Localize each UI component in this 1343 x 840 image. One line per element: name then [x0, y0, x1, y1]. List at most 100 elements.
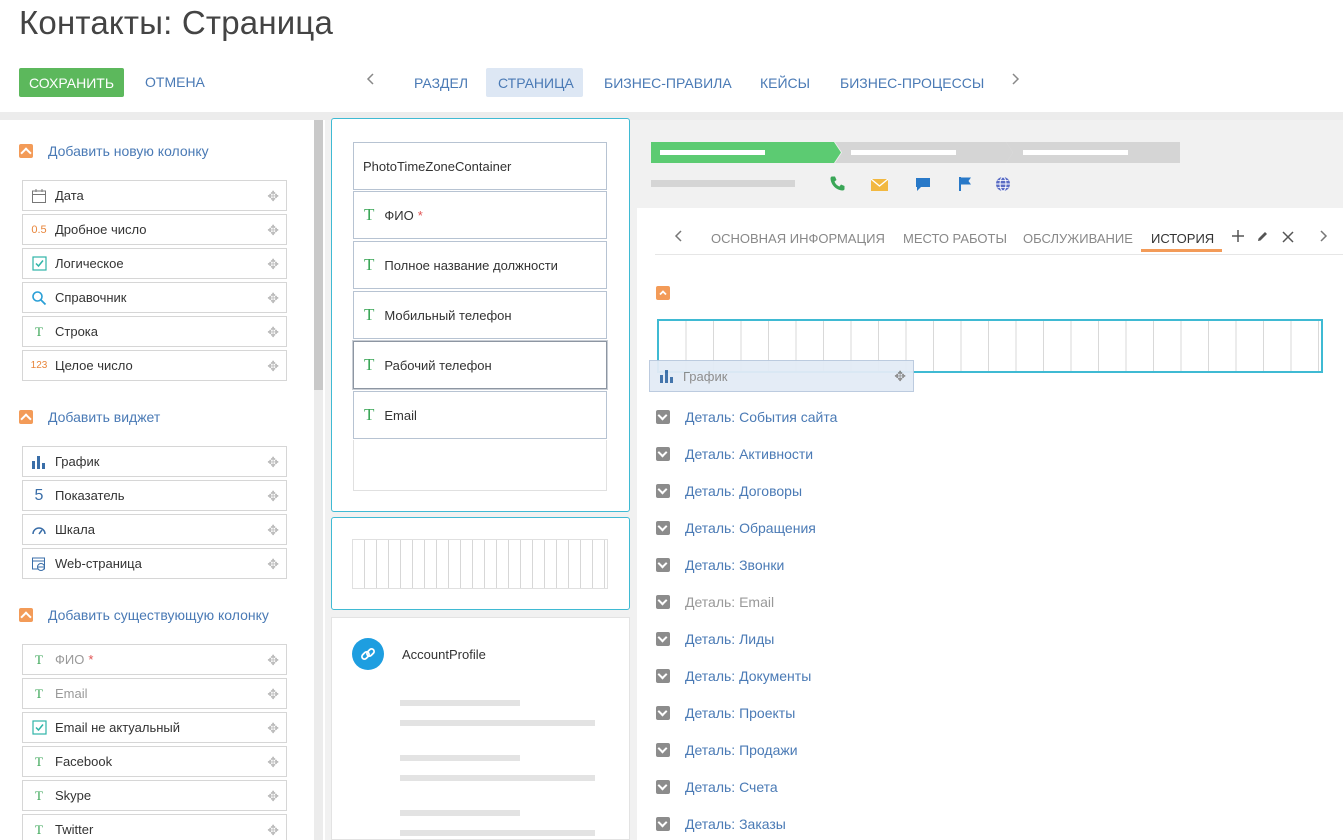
group-existing-header[interactable]: Добавить существующую колонку: [19, 607, 269, 623]
move-icon[interactable]: ✥: [267, 488, 279, 505]
move-icon[interactable]: ✥: [267, 358, 279, 375]
move-icon[interactable]: ✥: [267, 754, 279, 771]
list-item-web-page[interactable]: Web-страница ✥: [22, 548, 287, 579]
tabs-next-arrow-icon[interactable]: [1318, 229, 1328, 248]
list-item-date[interactable]: Дата ✥: [22, 180, 287, 211]
detail-orders[interactable]: Деталь: Заказы: [656, 816, 786, 832]
collapse-icon[interactable]: [19, 608, 33, 622]
expand-icon[interactable]: [656, 817, 670, 831]
list-item-existing-skype[interactable]: T Skype ✥: [22, 780, 287, 811]
move-icon[interactable]: ✥: [267, 720, 279, 737]
expand-icon[interactable]: [656, 410, 670, 424]
list-item-decimal[interactable]: 0.5 Дробное число ✥: [22, 214, 287, 245]
tab-history[interactable]: ИСТОРИЯ: [1151, 231, 1214, 246]
expand-icon[interactable]: [656, 706, 670, 720]
tab-page[interactable]: СТРАНИЦА: [486, 68, 583, 97]
group-new-column-header[interactable]: Добавить новую колонку: [19, 143, 209, 159]
expand-icon[interactable]: [656, 743, 670, 757]
detail-invoices[interactable]: Деталь: Счета: [656, 779, 778, 795]
stage-active[interactable]: [651, 142, 841, 163]
detail-leads[interactable]: Деталь: Лиды: [656, 631, 774, 647]
expand-icon[interactable]: [656, 595, 670, 609]
phone-icon[interactable]: [829, 175, 846, 197]
container-photo-timezone[interactable]: PhotoTimeZoneContainer: [353, 142, 607, 190]
tab-business-rules[interactable]: БИЗНЕС-ПРАВИЛА: [592, 68, 744, 97]
move-icon[interactable]: ✥: [267, 522, 279, 539]
list-item-gauge[interactable]: Шкала ✥: [22, 514, 287, 545]
detail-sales[interactable]: Деталь: Продажи: [656, 742, 798, 758]
stage[interactable]: [835, 142, 1013, 163]
field-mobile-phone[interactable]: T Мобильный телефон: [353, 291, 607, 339]
list-item-integer[interactable]: 123 Целое число ✥: [22, 350, 287, 381]
list-item-existing-twitter[interactable]: T Twitter ✥: [22, 814, 287, 840]
list-item-lookup[interactable]: Справочник ✥: [22, 282, 287, 313]
list-item-chart[interactable]: График ✥: [22, 446, 287, 477]
move-icon[interactable]: ✥: [267, 290, 279, 307]
expand-icon[interactable]: [656, 632, 670, 646]
tab-main-info[interactable]: ОСНОВНАЯ ИНФОРМАЦИЯ: [711, 231, 885, 246]
move-icon[interactable]: ✥: [267, 256, 279, 273]
expand-icon[interactable]: [656, 558, 670, 572]
tabs-prev-arrow-icon[interactable]: [674, 229, 684, 248]
move-icon[interactable]: ✥: [267, 324, 279, 341]
add-tab-icon[interactable]: [1231, 229, 1245, 248]
list-item-existing-facebook[interactable]: T Facebook ✥: [22, 746, 287, 777]
globe-icon[interactable]: [995, 176, 1011, 197]
collapse-icon[interactable]: [19, 410, 33, 424]
chat-icon[interactable]: [915, 177, 931, 197]
edit-tab-icon[interactable]: [1256, 230, 1269, 248]
detail-projects[interactable]: Деталь: Проекты: [656, 705, 795, 721]
empty-field-slot[interactable]: [353, 440, 607, 491]
detail-documents[interactable]: Деталь: Документы: [656, 668, 811, 684]
detail-site-events[interactable]: Деталь: События сайта: [656, 409, 837, 425]
list-item-string[interactable]: T Строка ✥: [22, 316, 287, 347]
scrollbar-thumb[interactable]: [314, 120, 323, 390]
detail-calls[interactable]: Деталь: Звонки: [656, 557, 784, 573]
stage[interactable]: [1006, 142, 1180, 163]
expand-icon[interactable]: [656, 484, 670, 498]
list-item-existing-email-inactive[interactable]: Email не актуальный ✥: [22, 712, 287, 743]
move-icon[interactable]: ✥: [267, 788, 279, 805]
field-fio[interactable]: T ФИО *: [353, 191, 607, 239]
move-icon[interactable]: ✥: [267, 188, 279, 205]
move-icon[interactable]: ✥: [894, 368, 906, 385]
tab-section[interactable]: РАЗДЕЛ: [402, 68, 480, 97]
collapse-icon[interactable]: [656, 286, 670, 300]
detail-requests[interactable]: Деталь: Обращения: [656, 520, 816, 536]
dragged-chart-widget[interactable]: График ✥: [649, 360, 914, 392]
expand-icon[interactable]: [656, 521, 670, 535]
tabs-next-arrow-icon[interactable]: [1010, 72, 1020, 91]
flag-icon[interactable]: [958, 176, 972, 197]
tab-cases[interactable]: КЕЙСЫ: [748, 68, 822, 97]
detail-activities[interactable]: Деталь: Активности: [656, 446, 813, 462]
move-icon[interactable]: ✥: [267, 822, 279, 839]
tab-service[interactable]: ОБСЛУЖИВАНИЕ: [1023, 231, 1133, 246]
close-tab-icon[interactable]: [1282, 230, 1294, 248]
expand-icon[interactable]: [656, 780, 670, 794]
list-item-existing-email[interactable]: T Email ✥: [22, 678, 287, 709]
collapse-icon[interactable]: [19, 144, 33, 158]
cancel-button[interactable]: ОТМЕНА: [145, 74, 205, 90]
expand-icon[interactable]: [656, 447, 670, 461]
tabs-prev-arrow-icon[interactable]: [366, 72, 376, 91]
list-item-existing-fio[interactable]: T ФИО * ✥: [22, 644, 287, 675]
email-icon[interactable]: [870, 178, 889, 196]
save-button[interactable]: СОХРАНИТЬ: [19, 68, 124, 97]
move-icon[interactable]: ✥: [267, 454, 279, 471]
list-item-indicator[interactable]: 5 Показатель ✥: [22, 480, 287, 511]
move-icon[interactable]: ✥: [267, 556, 279, 573]
grid-placeholder[interactable]: [352, 539, 608, 589]
list-item-boolean[interactable]: Логическое ✥: [22, 248, 287, 279]
tab-business-processes[interactable]: БИЗНЕС-ПРОЦЕССЫ: [828, 68, 996, 97]
group-widget-header[interactable]: Добавить виджет: [19, 409, 160, 425]
field-work-phone[interactable]: T Рабочий телефон: [353, 341, 607, 389]
field-job-title[interactable]: T Полное название должности: [353, 241, 607, 289]
move-icon[interactable]: ✥: [267, 222, 279, 239]
detail-email[interactable]: Деталь: Email: [656, 594, 774, 610]
tab-workplace[interactable]: МЕСТО РАБОТЫ: [903, 231, 1007, 246]
move-icon[interactable]: ✥: [267, 652, 279, 669]
expand-icon[interactable]: [656, 669, 670, 683]
move-icon[interactable]: ✥: [267, 686, 279, 703]
scrollbar-track[interactable]: [314, 390, 323, 840]
detail-contracts[interactable]: Деталь: Договоры: [656, 483, 802, 499]
